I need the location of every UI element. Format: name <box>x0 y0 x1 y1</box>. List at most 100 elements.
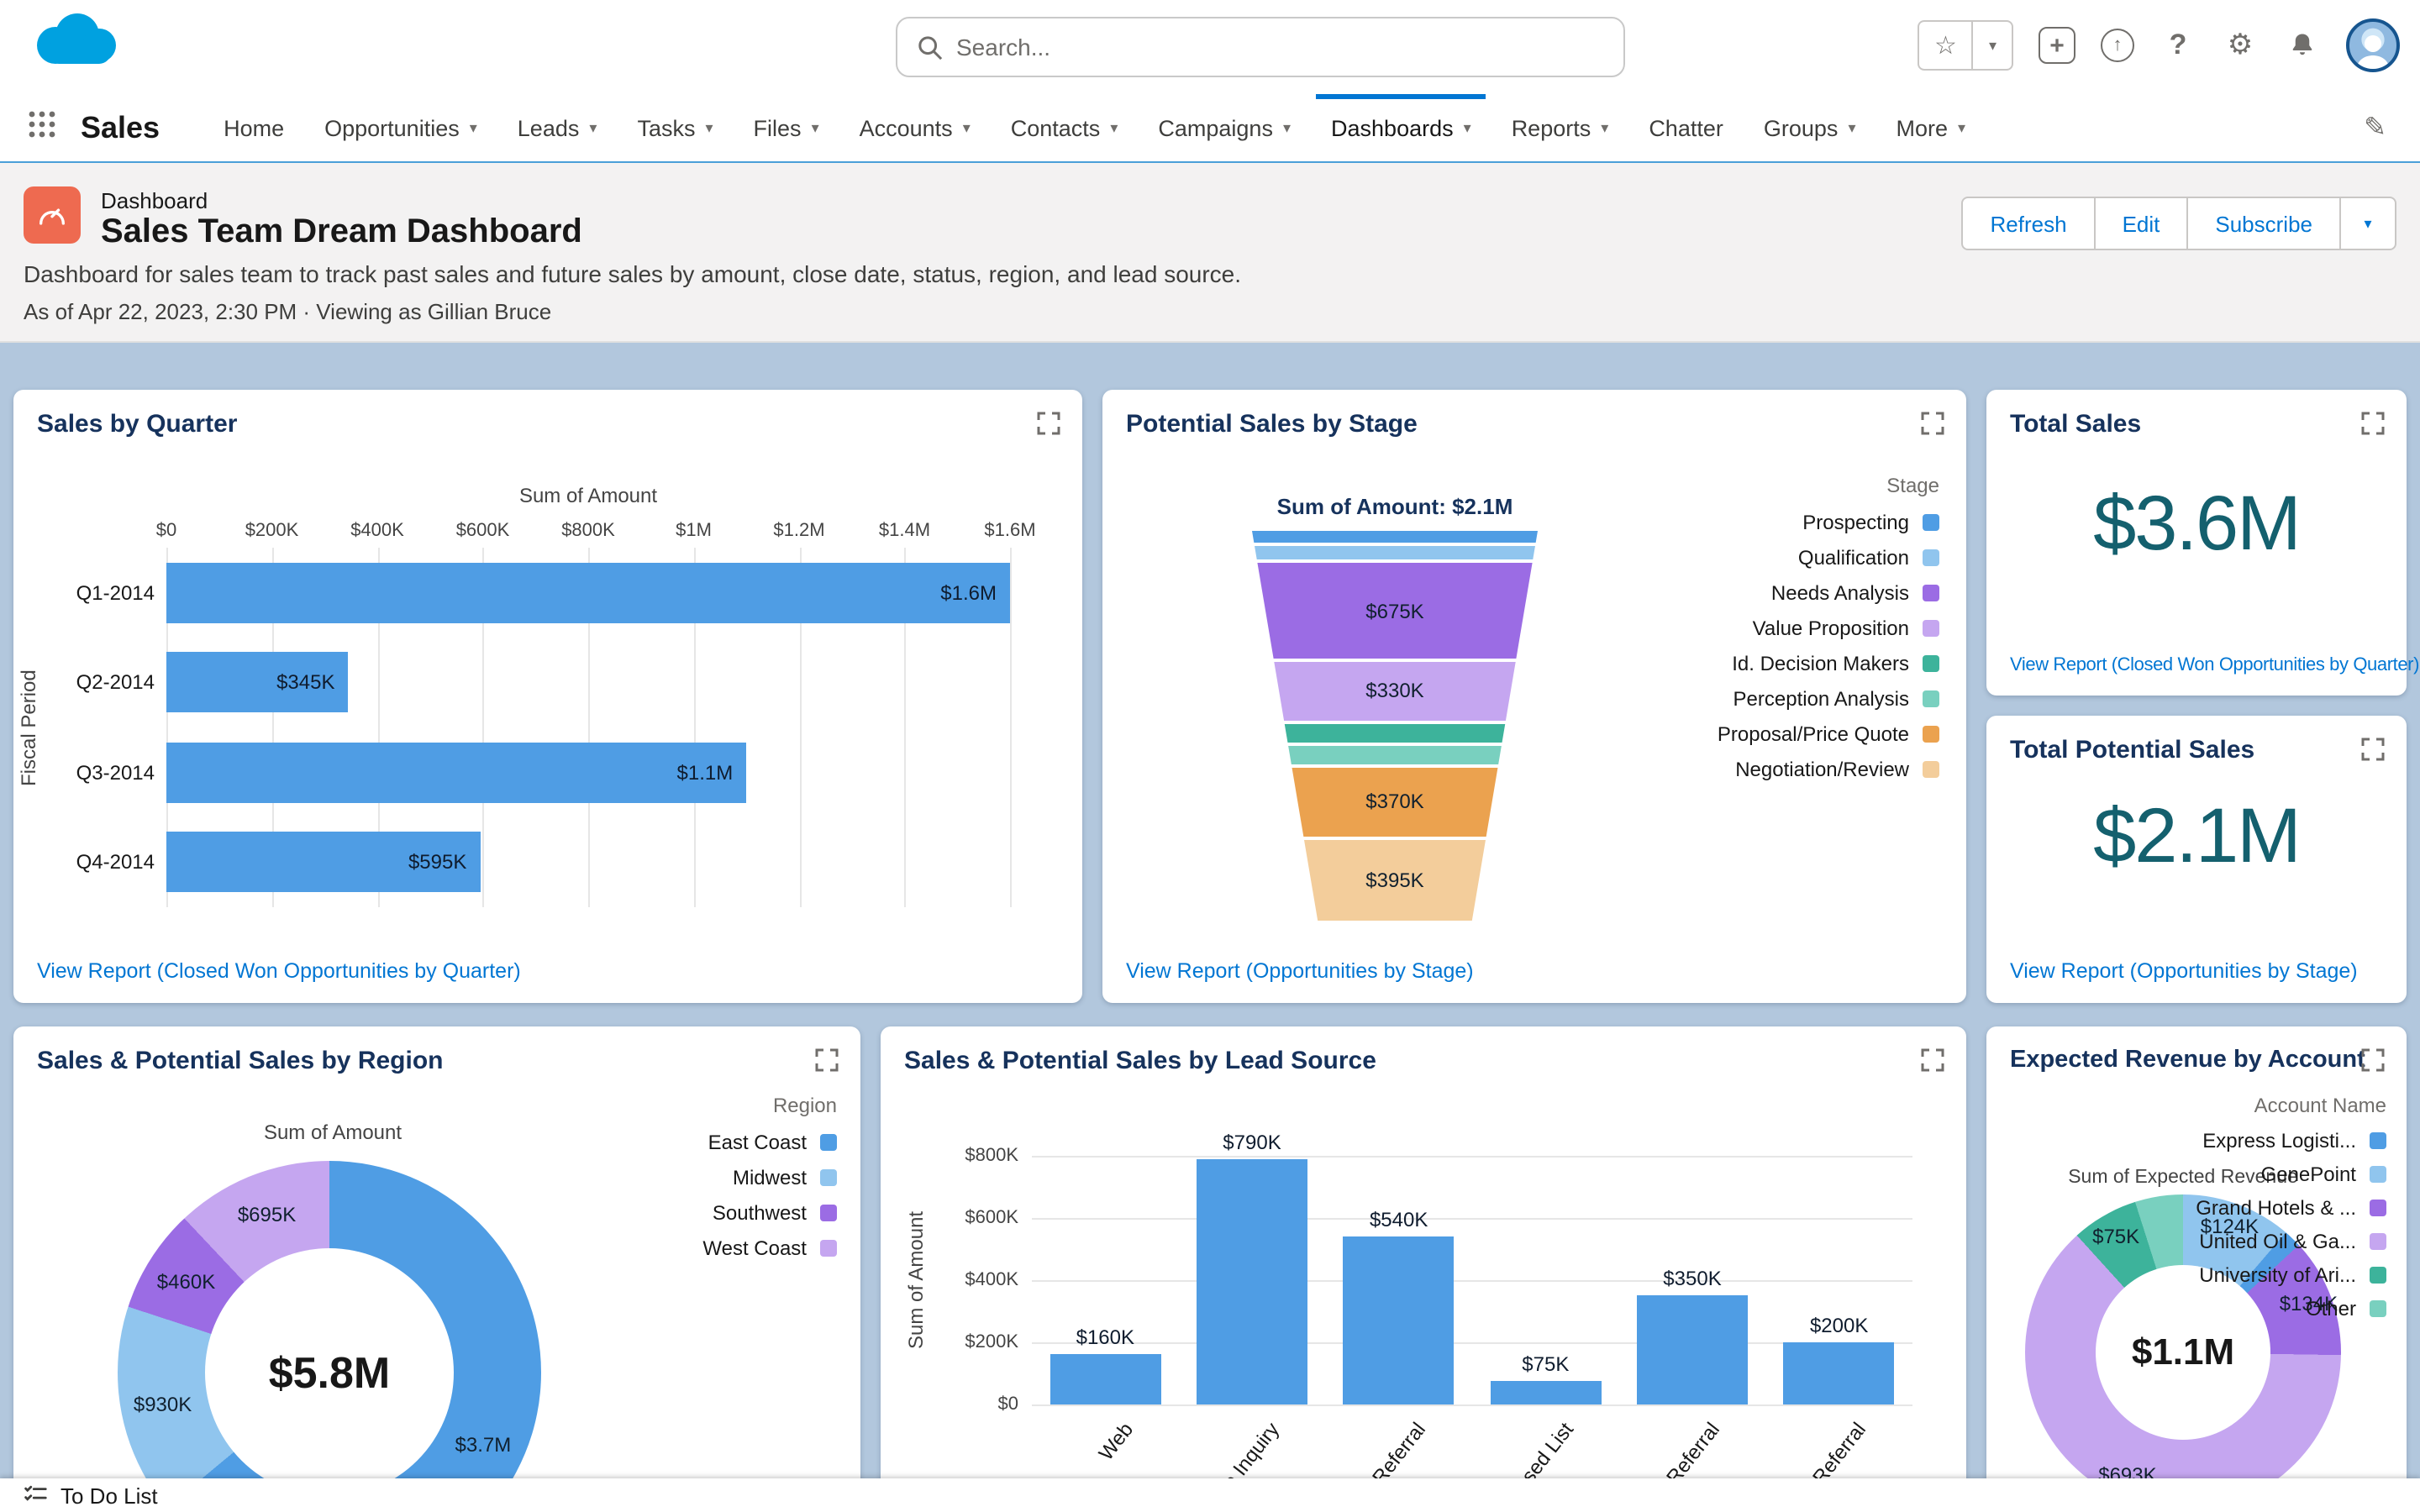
tab-accounts[interactable]: Accounts ▾ <box>839 94 991 161</box>
view-report-link[interactable]: View Report (Opportunities by Stage) <box>2010 959 2358 983</box>
funnel-segment-proposal-price-quote[interactable]: $370K <box>1252 767 1538 837</box>
tab-dashboards[interactable]: Dashboards ▾ <box>1311 94 1491 161</box>
legend-swatch <box>1923 620 1939 637</box>
legend-swatch <box>1923 690 1939 707</box>
notifications-bell-icon[interactable] <box>2284 27 2321 64</box>
legend-item-united-oil-ga[interactable]: United Oil & Ga... <box>2199 1230 2386 1253</box>
todo-list-label[interactable]: To Do List <box>60 1483 158 1508</box>
legend-item-university-of-ari[interactable]: University of Ari... <box>2199 1263 2386 1287</box>
slice-label-west-coast: $695K <box>237 1203 297 1227</box>
widget-title: Potential Sales by Stage <box>1126 410 1418 438</box>
bar-web[interactable] <box>1050 1354 1161 1404</box>
edit-button[interactable]: Edit <box>2093 197 2189 250</box>
bar-external-referral[interactable] <box>1783 1342 1895 1404</box>
expand-icon[interactable] <box>2360 736 2386 763</box>
legend-title: Region <box>772 1094 837 1117</box>
help-icon[interactable]: ? <box>2160 27 2196 64</box>
app-launcher-waffle-icon[interactable] <box>27 108 57 147</box>
setup-gear-icon[interactable]: ⚙ <box>2222 27 2259 64</box>
legend-item-east-coast[interactable]: East Coast <box>708 1131 837 1154</box>
tab-reports[interactable]: Reports ▾ <box>1491 94 1629 161</box>
expand-icon[interactable] <box>1035 410 1062 437</box>
search-input[interactable] <box>956 34 1603 60</box>
expand-icon[interactable] <box>813 1047 840 1074</box>
bar-q2-2014[interactable]: $345K <box>166 652 349 713</box>
more-actions-chevron-button[interactable]: ▾ <box>2339 197 2396 250</box>
tab-opportunities[interactable]: Opportunities ▾ <box>304 94 497 161</box>
favorites-chevron-icon[interactable]: ▾ <box>1971 22 2012 69</box>
legend-swatch <box>1923 655 1939 672</box>
legend-item-proposal-price-quote[interactable]: Proposal/Price Quote <box>1718 722 1939 746</box>
tab-groups[interactable]: Groups ▾ <box>1744 94 1876 161</box>
view-report-link[interactable]: View Report (Closed Won Opportunities by… <box>37 959 521 983</box>
x-tick: $200K <box>245 521 299 541</box>
legend-title: Account Name <box>2254 1094 2386 1117</box>
x-tick: $400K <box>350 521 404 541</box>
bar-phone-inquiry[interactable] <box>1197 1158 1307 1404</box>
y-axis-categories: Q1-2014 Q2-2014 Q3-2014 Q4-2014 <box>44 548 155 907</box>
edit-nav-pencil-icon[interactable]: ✎ <box>2364 111 2420 144</box>
global-search[interactable] <box>896 17 1625 77</box>
tab-chatter[interactable]: Chatter <box>1628 94 1744 161</box>
refresh-button[interactable]: Refresh <box>1961 197 2096 250</box>
legend-item-perception-analysis[interactable]: Perception Analysis <box>1733 687 1939 711</box>
funnel-segment-id-decision-makers[interactable] <box>1252 723 1538 743</box>
subscribe-button[interactable]: Subscribe <box>2186 197 2341 250</box>
tab-home[interactable]: Home <box>203 94 304 161</box>
bar-partner-referral[interactable] <box>1343 1236 1455 1404</box>
bar-value-label: $540K <box>1369 1208 1428 1232</box>
x-axis-ticks: $0 $200K $400K $600K $800K $1M $1.2M $1.4M $1.6M <box>156 521 1036 544</box>
user-avatar[interactable] <box>2346 18 2400 72</box>
funnel-segment-value-proposition[interactable]: $330K <box>1252 661 1538 721</box>
legend-item-negotiation-review[interactable]: Negotiation/Review <box>1735 758 1939 781</box>
funnel-segment-needs-analysis[interactable]: $675K <box>1252 563 1538 659</box>
bar-q1-2014[interactable]: $1.6M <box>166 562 1010 623</box>
bar-q3-2014[interactable]: $1.1M <box>166 742 747 803</box>
legend-item-genepoint[interactable]: GenePoint <box>2261 1163 2386 1186</box>
funnel-segment-perception-analysis[interactable] <box>1252 745 1538 764</box>
legend-swatch <box>820 1169 837 1186</box>
legend-item-other[interactable]: Other <box>2306 1297 2386 1320</box>
tab-campaigns[interactable]: Campaigns ▾ <box>1138 94 1311 161</box>
app-name: Sales <box>81 110 160 144</box>
legend-item-qualification[interactable]: Qualification <box>1798 546 1939 570</box>
expand-icon[interactable] <box>2360 410 2386 437</box>
x-category-label: Employee Referral <box>1603 1418 1724 1478</box>
legend-item-needs-analysis[interactable]: Needs Analysis <box>1771 581 1939 605</box>
bar-chart-plot: $160K Web $790K Phone Inquiry $540K Partner R… <box>1032 1131 1912 1478</box>
tab-leads[interactable]: Leads ▾ <box>497 94 618 161</box>
bar-employee-referral[interactable] <box>1637 1295 1748 1404</box>
salesforce-logo-icon[interactable] <box>30 10 121 86</box>
tab-more[interactable]: More ▾ <box>1876 94 1986 161</box>
funnel-segment-prospecting[interactable] <box>1252 531 1538 543</box>
global-actions-plus-icon[interactable]: + <box>2039 27 2075 64</box>
expand-icon[interactable] <box>1919 1047 1946 1074</box>
legend-item-id-decision-makers[interactable]: Id. Decision Makers <box>1732 652 1939 675</box>
legend-item-prospecting[interactable]: Prospecting <box>1802 511 1939 534</box>
x-axis-title: Sum of Amount <box>518 484 658 507</box>
guidance-center-icon[interactable]: ↑ <box>2101 29 2134 62</box>
legend-item-express-logisti[interactable]: Express Logisti... <box>2202 1129 2386 1152</box>
view-report-link[interactable]: View Report (Closed Won Opportunities by… <box>2010 655 2419 675</box>
record-type-label: Dashboard <box>101 188 208 213</box>
legend-item-value-proposition[interactable]: Value Proposition <box>1753 617 1939 640</box>
view-report-link[interactable]: View Report (Opportunities by Stage) <box>1126 959 1474 983</box>
legend-item-grand-hotels[interactable]: Grand Hotels & ... <box>2196 1196 2386 1220</box>
legend-item-west-coast[interactable]: West Coast <box>702 1236 837 1260</box>
favorites-star-icon[interactable]: ☆ <box>1919 22 1972 69</box>
tab-contacts[interactable]: Contacts ▾ <box>991 94 1139 161</box>
chevron-down-icon: ▾ <box>962 118 971 135</box>
account-legend: Account Name Express Logisti... GenePoint G… <box>2196 1094 2386 1320</box>
bar-q4-2014[interactable]: $595K <box>166 832 481 893</box>
bar-purchased-list[interactable] <box>1490 1381 1602 1404</box>
funnel-segment-qualification[interactable] <box>1252 545 1538 560</box>
expand-icon[interactable] <box>1919 410 1946 437</box>
x-tick: $1M <box>676 521 712 541</box>
expand-icon[interactable] <box>2360 1047 2386 1074</box>
funnel-segment-negotiation-review[interactable]: $395K <box>1252 840 1538 921</box>
tab-tasks[interactable]: Tasks ▾ <box>617 94 733 161</box>
legend-item-southwest[interactable]: Southwest <box>713 1201 837 1225</box>
tab-files[interactable]: Files ▾ <box>734 94 839 161</box>
region-donut-chart[interactable]: $5.8M $3.7M $930K $460K $695K <box>118 1161 541 1478</box>
legend-item-midwest[interactable]: Midwest <box>733 1166 837 1189</box>
